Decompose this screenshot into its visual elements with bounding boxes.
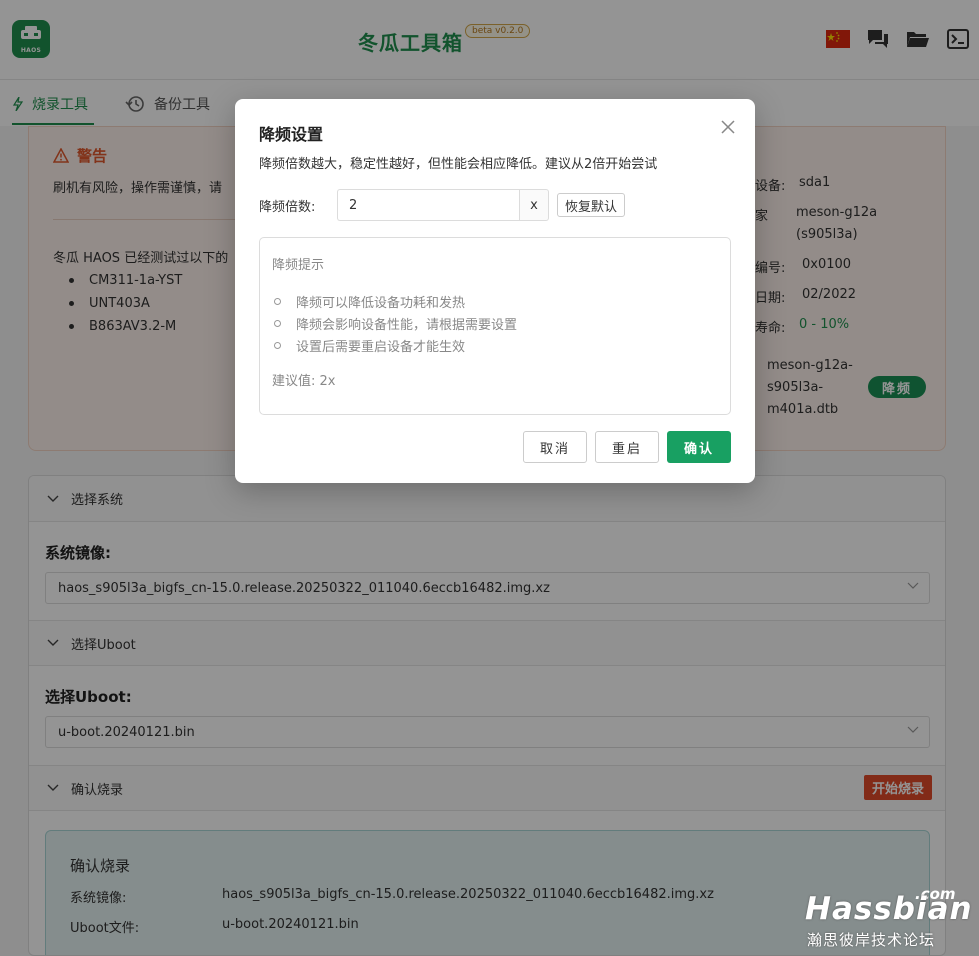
hint-title: 降频提示 — [272, 258, 325, 273]
list-item: 设置后需要重启设备才能生效 — [274, 334, 517, 356]
restart-button[interactable]: 重启 — [595, 431, 659, 463]
cancel-button[interactable]: 取消 — [523, 431, 587, 463]
hint-suggest: 建议值: 2x — [272, 374, 336, 389]
watermark-sub: 瀚思彼岸技术论坛 — [807, 931, 936, 949]
factor-input[interactable] — [337, 189, 521, 221]
list-item: 降频会影响设备性能，请根据需要设置 — [274, 312, 517, 334]
watermark-name: Hassbian — [805, 891, 973, 927]
factor-label: 降频倍数: — [259, 200, 316, 215]
factor-suffix: x — [519, 189, 549, 221]
close-icon[interactable] — [719, 118, 737, 136]
watermark: .com Hassbian 瀚思彼岸技术论坛 — [805, 885, 972, 950]
hint-box: 降频提示 降频可以降低设备功耗和发热 降频会影响设备性能，请根据需要设置 设置后… — [259, 237, 731, 415]
dialog-description: 降频倍数越大，稳定性越好，但性能会相应降低。建议从2倍开始尝试 — [259, 157, 658, 172]
downclock-dialog: 降频设置 降频倍数越大，稳定性越好，但性能会相应降低。建议从2倍开始尝试 降频倍… — [235, 99, 755, 483]
list-item: 降频可以降低设备功耗和发热 — [274, 290, 517, 312]
hint-list: 降频可以降低设备功耗和发热 降频会影响设备性能，请根据需要设置 设置后需要重启设… — [274, 290, 517, 356]
dialog-title: 降频设置 — [259, 125, 324, 144]
confirm-button[interactable]: 确认 — [667, 431, 731, 463]
reset-default-button[interactable]: 恢复默认 — [557, 193, 626, 217]
